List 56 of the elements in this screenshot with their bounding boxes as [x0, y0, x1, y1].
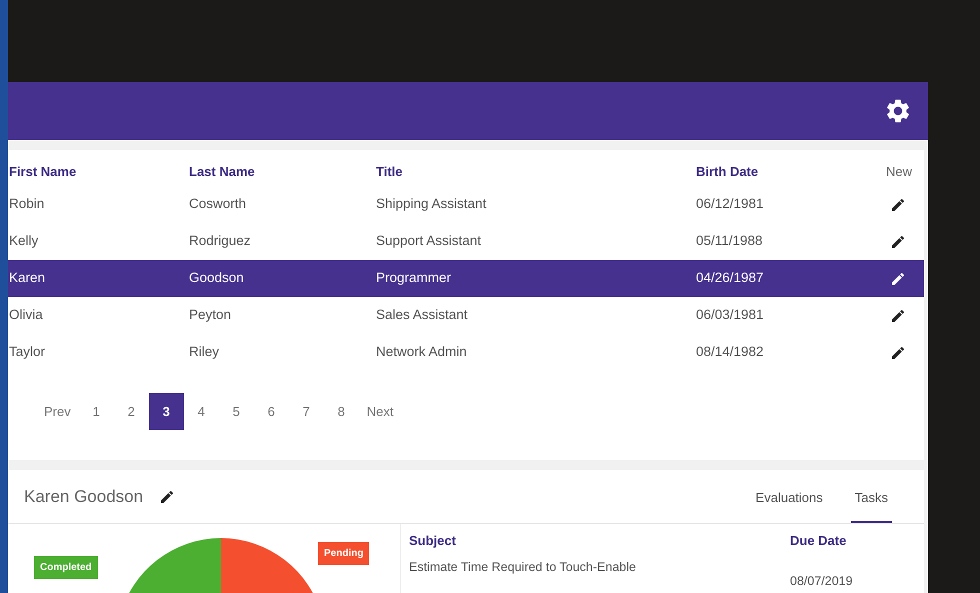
page-button[interactable]: 6	[254, 393, 289, 430]
table-cell-text: 05/11/1988	[695, 232, 764, 250]
page-button[interactable]: 5	[218, 393, 254, 430]
legend-label: Pending	[318, 542, 370, 565]
edit-icon[interactable]	[890, 234, 906, 250]
tab[interactable]: Tasks	[850, 470, 892, 523]
legend-label: Completed	[34, 556, 98, 579]
table-cell-text: Riley	[188, 343, 220, 362]
table-row[interactable]: Kelly Rodriguez Support Assistant 05/11/1988	[8, 223, 924, 260]
column-header: Due Date	[790, 532, 848, 550]
table-cell-text: Programmer	[375, 269, 452, 288]
employee-name: Karen Goodson	[24, 486, 144, 508]
page-button[interactable]: 1	[78, 393, 114, 430]
table-cell-text: Robin	[8, 195, 46, 214]
edit-icon[interactable]	[890, 308, 906, 324]
table-cell-text: Shipping Assistant	[375, 195, 488, 214]
table-cell-text: Taylor	[8, 343, 46, 362]
page-button[interactable]: 4	[184, 393, 219, 430]
table-cell-text: Estimate Time Required to Touch-Enable	[409, 559, 637, 576]
table-cell-text: Olivia	[8, 306, 44, 324]
table-cell-text: 08/07/2019	[790, 573, 854, 590]
table-cell-text: Goodson	[188, 269, 245, 288]
prev-button[interactable]: Prev	[36, 393, 79, 430]
table-cell-text: 06/03/1981	[695, 306, 765, 324]
column-header: Last Name	[188, 163, 256, 182]
page-button[interactable]: 2	[114, 393, 149, 430]
table-cell-text: 08/14/1982	[695, 343, 765, 362]
edit-icon[interactable]	[890, 344, 906, 360]
table-cell-text: Peyton	[188, 306, 232, 324]
table-cell-text: Sales Assistant	[375, 306, 469, 324]
page-button[interactable]: 3	[148, 393, 184, 430]
column-header: Birth Date	[695, 163, 760, 182]
edit-icon[interactable]	[159, 488, 176, 504]
table-row[interactable]: Robin Cosworth Shipping Assistant 06/12/1981	[8, 186, 924, 223]
table-row[interactable]: Taylor Riley Network Admin 08/14/1982	[8, 334, 924, 371]
page-button[interactable]: 7	[288, 393, 324, 430]
table-cell-text: 06/12/1981	[695, 195, 765, 214]
table-cell-text: 04/26/1987	[695, 269, 765, 288]
column-header: Title	[375, 163, 404, 182]
table-cell-text: Support Assistant	[375, 232, 482, 250]
tab[interactable]: Evaluations	[752, 470, 827, 523]
table-cell-text: Network Admin	[375, 343, 468, 362]
column-header: Subject	[409, 532, 457, 550]
table-row[interactable]: Olivia Peyton Sales Assistant 06/03/1981	[8, 297, 924, 334]
column-header: First Name	[8, 163, 78, 182]
new-link[interactable]: New	[886, 162, 924, 182]
next-button[interactable]: Next	[358, 393, 402, 430]
table-cell-text: Rodriguez	[188, 232, 252, 250]
settings-icon[interactable]	[884, 97, 912, 125]
table-cell-text: Kelly	[8, 232, 40, 250]
table-row[interactable]: Karen Goodson Programmer 04/26/1987	[8, 260, 924, 297]
table-cell-text: Cosworth	[188, 195, 248, 214]
edit-icon[interactable]	[890, 196, 906, 212]
page-button[interactable]: 8	[324, 393, 359, 430]
table-cell-text: Karen	[8, 269, 46, 288]
edit-icon[interactable]	[890, 270, 906, 286]
